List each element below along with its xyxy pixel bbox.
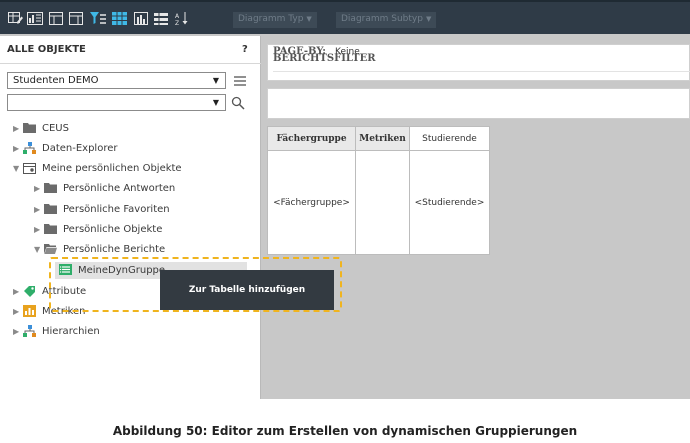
divider (0, 63, 261, 64)
tree-item-label: Attribute (42, 285, 87, 297)
explorer-icon (23, 142, 37, 154)
folder-icon (44, 182, 58, 194)
grid-header-metriken[interactable]: Metriken (355, 126, 410, 151)
grid-body-row: <Fächergruppe> <Studierende> (267, 150, 490, 255)
grid-header-studierende[interactable]: Studierende (409, 126, 490, 151)
collapse-icon[interactable]: ▼ (13, 164, 23, 173)
tree-item-attribute[interactable]: ▶ Attribute (13, 283, 86, 299)
help-icon[interactable]: ? (242, 44, 248, 55)
expand-icon[interactable]: ▶ (13, 327, 23, 336)
grid-cell-metriken[interactable] (355, 150, 410, 255)
stacked-chart-icon[interactable] (153, 11, 169, 25)
expand-icon[interactable]: ▶ (34, 184, 44, 193)
collapse-icon[interactable]: ▼ (34, 245, 44, 254)
dyn-group-icon (59, 264, 73, 276)
table-graph-icon[interactable] (27, 11, 43, 25)
report-grid: Fächergruppe Metriken Studierende <Fäche… (267, 126, 490, 255)
page-by-value: Keine (335, 47, 360, 57)
tree-item-meinedyngruppe[interactable]: MeineDynGruppe (59, 262, 165, 278)
tree-item-persoenliche-objekte[interactable]: ▶ Persönliche Objekte (34, 221, 162, 237)
tree-item-persoenliche-berichte[interactable]: ▼ Persönliche Berichte (34, 241, 165, 257)
tree-item-label: Persönliche Objekte (63, 223, 163, 235)
layout-alt-icon[interactable] (68, 11, 84, 25)
folder-open-icon (44, 243, 58, 255)
chevron-down-icon: ▼ (212, 98, 219, 107)
hierarchy-icon (23, 325, 37, 337)
expand-icon[interactable]: ▶ (13, 144, 23, 153)
search-input[interactable]: ▼ (7, 94, 226, 111)
expand-icon[interactable]: ▶ (13, 287, 23, 296)
expand-icon[interactable]: ▶ (34, 205, 44, 214)
diagram-type-select[interactable]: Diagramm Typ ▼ (233, 12, 317, 28)
project-select-value: Studenten DEMO (13, 75, 99, 86)
tree-item-daten-explorer[interactable]: ▶ Daten-Explorer (13, 140, 117, 156)
tree-item-persoenliche-favoriten[interactable]: ▶ Persönliche Favoriten (34, 201, 170, 217)
personal-objects-icon (23, 162, 37, 174)
page-by-section[interactable] (267, 88, 690, 119)
panel-title: ALLE OBJEKTE (7, 44, 86, 55)
grid-edit-icon[interactable] (8, 11, 24, 25)
tooltip-label: Zur Tabelle hinzufügen (188, 285, 306, 295)
tree-item-label: Metriken (42, 305, 86, 317)
chevron-down-icon: ▼ (306, 15, 312, 23)
tree-item-label: CEUS (42, 122, 69, 134)
add-to-table-tooltip[interactable]: Zur Tabelle hinzufügen (160, 270, 334, 310)
metric-icon (23, 305, 37, 317)
filter-icon[interactable] (90, 11, 106, 25)
tree-item-meine-persoenlichen-objekte[interactable]: ▼ Meine persönlichen Objekte (13, 160, 182, 176)
diagram-subtype-label: Diagramm Subtyp (341, 14, 423, 24)
project-select[interactable]: Studenten DEMO ▼ (7, 72, 226, 89)
page-by-label: PAGE-BY: (273, 46, 326, 57)
diagram-type-label: Diagramm Typ (238, 14, 304, 24)
expand-icon[interactable]: ▶ (13, 307, 23, 316)
grid-header-faechergruppe[interactable]: Fächergruppe (267, 126, 356, 151)
tree-item-persoenliche-antworten[interactable]: ▶ Persönliche Antworten (34, 180, 175, 196)
tree-item-label: MeineDynGruppe (78, 264, 166, 276)
tree-item-ceus[interactable]: ▶ CEUS (13, 120, 69, 136)
table-view-icon[interactable] (111, 11, 127, 25)
tree-item-label: Persönliche Berichte (63, 243, 166, 255)
editor-window: AZ Diagramm Typ ▼ Diagramm Subtyp ▼ ALLE O… (0, 0, 690, 399)
sort-az-icon[interactable]: AZ (174, 11, 190, 25)
folder-icon (44, 203, 58, 215)
folder-icon (23, 122, 37, 134)
grid-cell-studierende[interactable]: <Studierende> (409, 150, 490, 255)
tree-item-hierarchien[interactable]: ▶ Hierarchien (13, 323, 100, 339)
svg-text:Z: Z (175, 20, 179, 25)
attribute-icon (23, 285, 37, 297)
toolbar: AZ Diagramm Typ ▼ Diagramm Subtyp ▼ (0, 0, 690, 34)
tree-item-label: Persönliche Favoriten (63, 203, 170, 215)
bar-chart-icon[interactable] (133, 11, 149, 25)
list-view-icon[interactable] (233, 73, 247, 87)
object-browser-panel: ALLE OBJEKTE ? Studenten DEMO ▼ ▼ ▶ CEUS… (0, 36, 261, 399)
tree-item-label: Meine persönlichen Objekte (42, 162, 182, 174)
layout-icon[interactable] (48, 11, 64, 25)
grid-header-row: Fächergruppe Metriken Studierende (267, 126, 490, 151)
tree-item-label: Persönliche Antworten (63, 182, 176, 194)
search-icon[interactable] (231, 95, 245, 110)
diagram-subtype-select[interactable]: Diagramm Subtyp ▼ (336, 12, 437, 28)
expand-icon[interactable]: ▶ (34, 225, 44, 234)
figure-caption: Abbildung 50: Editor zum Erstellen von d… (112, 424, 578, 438)
tree-item-label: Hierarchien (42, 325, 100, 337)
folder-icon (44, 223, 58, 235)
grid-cell-faechergruppe[interactable]: <Fächergruppe> (267, 150, 356, 255)
expand-icon[interactable]: ▶ (13, 124, 23, 133)
divider (273, 71, 690, 72)
svg-text:A: A (175, 13, 180, 20)
chevron-down-icon: ▼ (425, 15, 432, 23)
tree-item-label: Daten-Explorer (42, 142, 118, 154)
chevron-down-icon: ▼ (212, 76, 219, 85)
report-canvas: BERICHTSFILTER PAGE-BY: Keine Fächergrup… (262, 36, 690, 399)
tree-item-metriken[interactable]: ▶ Metriken (13, 303, 86, 319)
